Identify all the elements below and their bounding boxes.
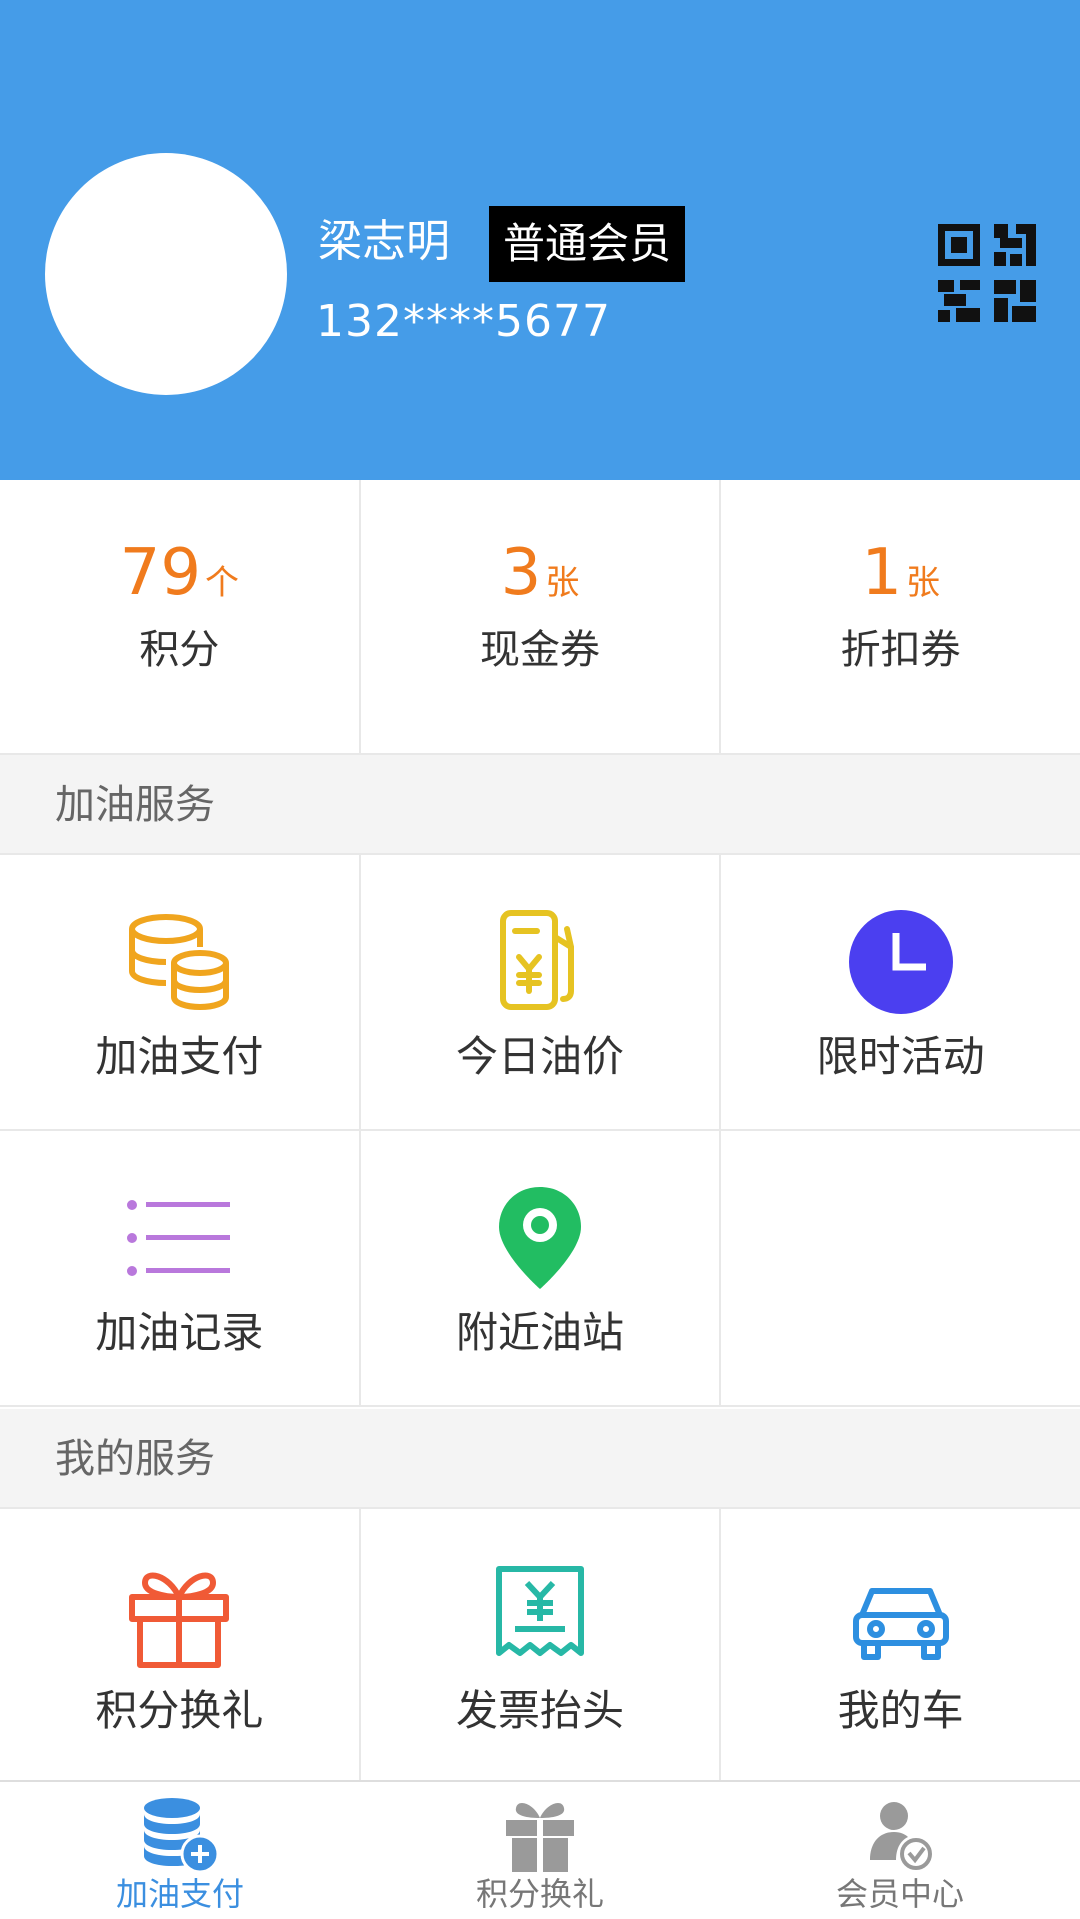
stat-unit: 个: [205, 563, 240, 603]
stat-label: 现金券: [480, 627, 600, 673]
coins-plus-icon: [144, 1798, 220, 1874]
my-service-grid: 积分换礼 发票抬头 我的车: [0, 1509, 1080, 1785]
fuel-payment-item[interactable]: 加油支付: [0, 855, 361, 1129]
fuel-record-item[interactable]: 加油记录: [0, 1131, 361, 1405]
app-screen: 梁志明 普通会员 132****5677 79 个 积分 3 张 现金券 1 张…: [0, 0, 1080, 1919]
tab-fuel-payment[interactable]: 加油支付: [0, 1782, 360, 1919]
avatar[interactable]: [45, 153, 287, 395]
clock-icon: [848, 910, 953, 1014]
profile-header: 梁志明 普通会员 132****5677: [0, 0, 1080, 480]
user-name: 梁志明: [318, 216, 450, 267]
fuel-service-grid: 加油支付 今日油价 限时活动 加油记录 附近油站: [0, 855, 1080, 1407]
qr-code-button[interactable]: [938, 224, 1036, 322]
fuel-pump-icon: [500, 910, 574, 1010]
cell-label: 发票抬头: [456, 1686, 625, 1735]
tab-label: 积分换礼: [475, 1875, 604, 1913]
my-service-header: 我的服务: [0, 1409, 1080, 1509]
stat-value: 3: [500, 536, 542, 610]
stat-value: 79: [119, 536, 202, 610]
stat-unit: 张: [906, 563, 941, 603]
coins-icon: [129, 914, 230, 1011]
section-title: 加油服务: [55, 782, 215, 828]
fuel-service-header: 加油服务: [0, 755, 1080, 855]
cell-label: 加油记录: [95, 1308, 264, 1357]
stat-points[interactable]: 79 个 积分: [0, 480, 361, 753]
invoice-icon: [496, 1566, 584, 1656]
member-level-badge: 普通会员: [489, 206, 685, 282]
limited-time-activity-item[interactable]: 限时活动: [721, 855, 1080, 1129]
tab-label: 加油支付: [115, 1875, 244, 1913]
car-icon: [852, 1588, 949, 1660]
today-oil-price-item[interactable]: 今日油价: [361, 855, 722, 1129]
nearby-station-item[interactable]: 附近油站: [361, 1131, 722, 1405]
empty-grid-cell: [721, 1131, 1080, 1405]
cell-label: 积分换礼: [95, 1686, 264, 1735]
gift-icon: [506, 1803, 574, 1872]
stat-label: 积分: [139, 627, 220, 673]
qr-code-icon: [938, 224, 1036, 322]
stat-value: 1: [861, 536, 903, 610]
points-gift-item[interactable]: 积分换礼: [0, 1509, 361, 1783]
map-pin-icon: [499, 1187, 581, 1289]
stat-label: 折扣券: [840, 627, 961, 673]
stat-unit: 张: [545, 563, 580, 603]
member-icon: [870, 1802, 932, 1870]
gift-icon: [129, 1572, 230, 1668]
cell-label: 加油支付: [95, 1032, 264, 1081]
bottom-tab-bar: 加油支付 积分换礼 会员中心: [0, 1780, 1080, 1919]
stats-row: 79 个 积分 3张 现金券 1张 折扣券: [0, 480, 1080, 755]
invoice-title-item[interactable]: 发票抬头: [361, 1509, 722, 1783]
section-title: 我的服务: [55, 1436, 215, 1482]
stat-cash-coupons[interactable]: 3张 现金券: [361, 480, 722, 753]
tab-points-gift[interactable]: 积分换礼: [360, 1782, 720, 1919]
my-car-item[interactable]: 我的车: [721, 1509, 1080, 1783]
list-icon: [127, 1200, 231, 1276]
stat-discount-coupons[interactable]: 1张 折扣券: [721, 480, 1080, 753]
tab-member-center[interactable]: 会员中心: [720, 1782, 1080, 1919]
cell-label: 今日油价: [456, 1032, 625, 1081]
cell-label: 我的车: [837, 1686, 964, 1735]
cell-label: 附近油站: [456, 1308, 625, 1357]
tab-label: 会员中心: [835, 1875, 964, 1913]
user-phone: 132****5677: [316, 296, 611, 347]
cell-label: 限时活动: [816, 1032, 985, 1081]
